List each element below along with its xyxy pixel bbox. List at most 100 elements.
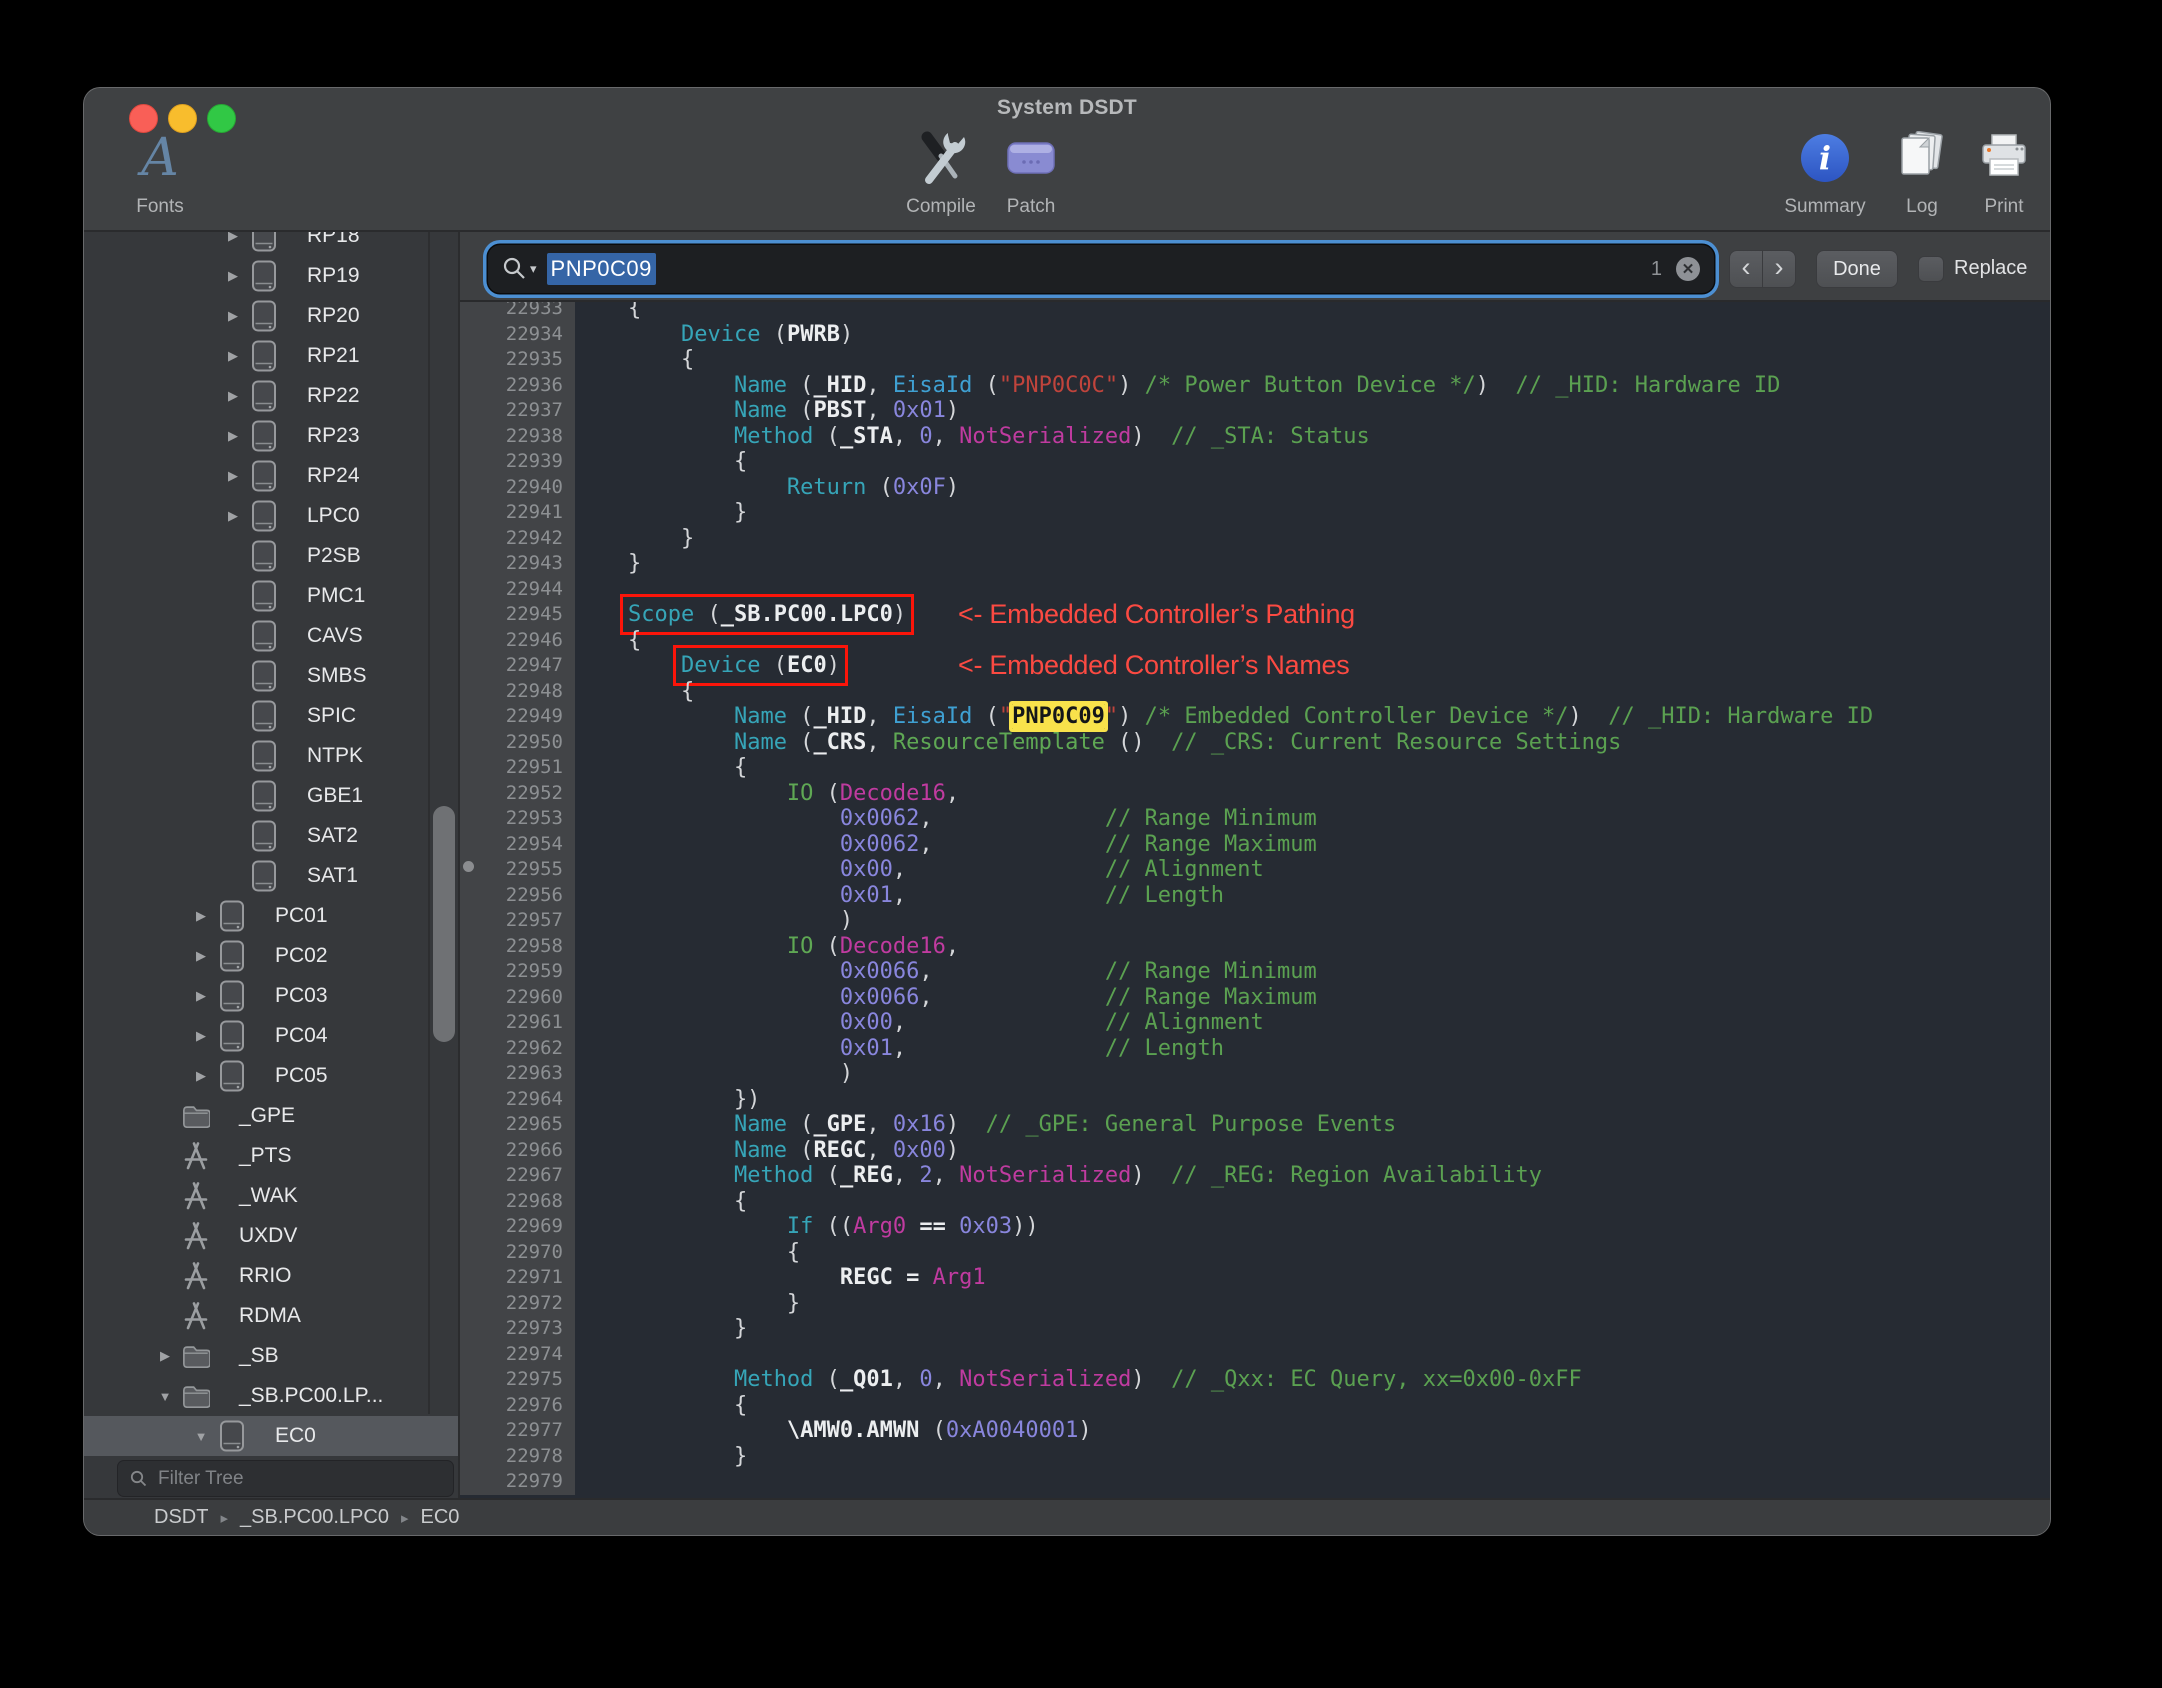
sidebar-item-smbs[interactable]: SMBS: [84, 656, 458, 696]
sidebar-item-lpc0[interactable]: ▶ LPC0: [84, 496, 458, 536]
token: ResourceTemplate: [892, 729, 1105, 755]
sidebar-item-rdma[interactable]: RDMA: [84, 1296, 458, 1336]
sidebar-item-ec0[interactable]: ▼ EC0: [84, 1416, 458, 1456]
code-line: 22941 }: [460, 500, 2050, 526]
sidebar-item-ntpk[interactable]: NTPK: [84, 736, 458, 776]
line-number: 22971: [460, 1265, 575, 1291]
replace-checkbox[interactable]: [1918, 256, 1944, 282]
sidebar-item-sat1[interactable]: SAT1: [84, 856, 458, 896]
line-number: 22933: [460, 302, 575, 322]
device-icon: [250, 740, 278, 772]
sidebar-item-sb[interactable]: ▶ _SB: [84, 1336, 458, 1376]
disclosure-triangle-icon[interactable]: ▼: [154, 1389, 176, 1404]
disclosure-triangle-icon[interactable]: ▶: [190, 908, 212, 924]
breadcrumb: DSDT ▸ _SB.PC00.LPC0 ▸ EC0: [84, 1498, 2050, 1535]
app-window: System DSDT A Fonts Compile Patch i Summ…: [84, 88, 2050, 1535]
token: Arg0: [853, 1214, 907, 1239]
sidebar-item-wak[interactable]: _WAK: [84, 1176, 458, 1216]
disclosure-triangle-icon[interactable]: ▶: [190, 988, 212, 1004]
sidebar-item-pc02[interactable]: ▶ PC02: [84, 936, 458, 976]
print-button[interactable]: Print: [1929, 126, 2050, 218]
sidebar-item-cavs[interactable]: CAVS: [84, 616, 458, 656]
breadcrumb-item-ec0[interactable]: EC0: [421, 1506, 460, 1529]
sidebar-item-pc05[interactable]: ▶ PC05: [84, 1056, 458, 1096]
token: Arg1: [932, 1265, 986, 1290]
code-text: Name (_GPE, 0x16) // _GPE: General Purpo…: [575, 1112, 1396, 1138]
filter-tree-input[interactable]: [156, 1466, 430, 1491]
disclosure-triangle-icon[interactable]: ▶: [222, 508, 244, 524]
sidebar-item-p2sb[interactable]: P2SB: [84, 536, 458, 576]
sidebar-item-pmc1[interactable]: PMC1: [84, 576, 458, 616]
sidebar-item-rp22[interactable]: ▶ RP22: [84, 376, 458, 416]
disclosure-triangle-icon[interactable]: ▶: [222, 232, 244, 244]
folder-icon: [182, 1380, 210, 1412]
disclosure-triangle-icon[interactable]: ▶: [154, 1348, 176, 1364]
sidebar-item-pc03[interactable]: ▶ PC03: [84, 976, 458, 1016]
token: 0x16: [892, 1112, 946, 1137]
token: ,: [866, 372, 893, 398]
find-next-button[interactable]: ›: [1763, 251, 1795, 287]
sidebar-item-gbe1[interactable]: GBE1: [84, 776, 458, 816]
disclosure-triangle-icon[interactable]: ▶: [222, 428, 244, 444]
folder-icon: [182, 1100, 210, 1132]
splitter-handle-dot[interactable]: [463, 861, 474, 872]
disclosure-triangle-icon[interactable]: ▶: [190, 1028, 212, 1044]
sidebar-item-rrio[interactable]: RRIO: [84, 1256, 458, 1296]
patch-button[interactable]: Patch: [956, 126, 1106, 218]
sidebar-item-rp20[interactable]: ▶ RP20: [84, 296, 458, 336]
token: Method: [733, 423, 814, 449]
token: ,: [932, 1163, 960, 1188]
find-previous-button[interactable]: ‹: [1730, 251, 1763, 287]
fonts-button[interactable]: A Fonts: [85, 126, 235, 218]
disclosure-triangle-icon[interactable]: ▶: [222, 388, 244, 404]
token: 0: [919, 423, 933, 449]
printer-icon: [1929, 126, 2050, 190]
filter-tree-field[interactable]: [117, 1460, 454, 1497]
chevron-down-icon[interactable]: ▾: [530, 261, 537, 277]
token: }: [575, 551, 642, 576]
sidebar-item-sbpc00lp[interactable]: ▼ _SB.PC00.LP...: [84, 1376, 458, 1416]
disclosure-triangle-icon[interactable]: ▶: [222, 308, 244, 324]
sidebar-item-sat2[interactable]: SAT2: [84, 816, 458, 856]
token: ,: [866, 729, 893, 755]
token: NotSerialized: [959, 1367, 1132, 1392]
token: Method: [733, 1367, 814, 1392]
disclosure-triangle-icon[interactable]: ▶: [222, 268, 244, 284]
disclosure-triangle-icon[interactable]: ▶: [222, 348, 244, 364]
sidebar-scrollbar-thumb[interactable]: [433, 806, 455, 1042]
sidebar-item-pc01[interactable]: ▶ PC01: [84, 896, 458, 936]
sidebar-item-rp23[interactable]: ▶ RP23: [84, 416, 458, 456]
tree-item-label: PC05: [275, 1064, 328, 1087]
tree-item-label: _SB: [239, 1344, 279, 1367]
disclosure-triangle-icon[interactable]: ▼: [190, 1429, 212, 1444]
line-number: 22962: [460, 1035, 575, 1061]
sidebar-item-spic[interactable]: SPIC: [84, 696, 458, 736]
sidebar-item-rp19[interactable]: ▶ RP19: [84, 256, 458, 296]
sidebar-item-uxdv[interactable]: UXDV: [84, 1216, 458, 1256]
disclosure-triangle-icon[interactable]: ▶: [190, 948, 212, 964]
sidebar-item-pc04[interactable]: ▶ PC04: [84, 1016, 458, 1056]
search-input[interactable]: ▾ PNP0C09 1 ✕: [488, 245, 1714, 293]
sidebar-item-rp18[interactable]: ▶ RP18: [84, 232, 458, 256]
sidebar-item-rp24[interactable]: ▶ RP24: [84, 456, 458, 496]
code-text: 0x0066, // Range Minimum: [575, 959, 1317, 985]
code-line: 22968 {: [460, 1188, 2050, 1214]
token: ): [826, 653, 840, 678]
done-button[interactable]: Done: [1816, 250, 1898, 288]
code-editor[interactable]: 22933 {22934 Device (PWRB) 22935 {22936 N…: [460, 302, 2050, 1498]
breadcrumb-item-scope[interactable]: _SB.PC00.LPC0: [240, 1506, 389, 1529]
code-line: 22976 {: [460, 1392, 2050, 1418]
sidebar-item-pts[interactable]: _PTS: [84, 1136, 458, 1176]
line-number: 22968: [460, 1188, 575, 1214]
breadcrumb-item-dsdt[interactable]: DSDT: [154, 1506, 208, 1529]
token: IO: [786, 780, 814, 806]
clear-search-button[interactable]: ✕: [1676, 257, 1700, 281]
disclosure-triangle-icon[interactable]: ▶: [190, 1068, 212, 1084]
disclosure-triangle-icon[interactable]: ▶: [222, 468, 244, 484]
tree-item-label: _SB.PC00.LP...: [239, 1384, 384, 1407]
sidebar-item-gpe[interactable]: _GPE: [84, 1096, 458, 1136]
sidebar-item-rp21[interactable]: ▶ RP21: [84, 336, 458, 376]
